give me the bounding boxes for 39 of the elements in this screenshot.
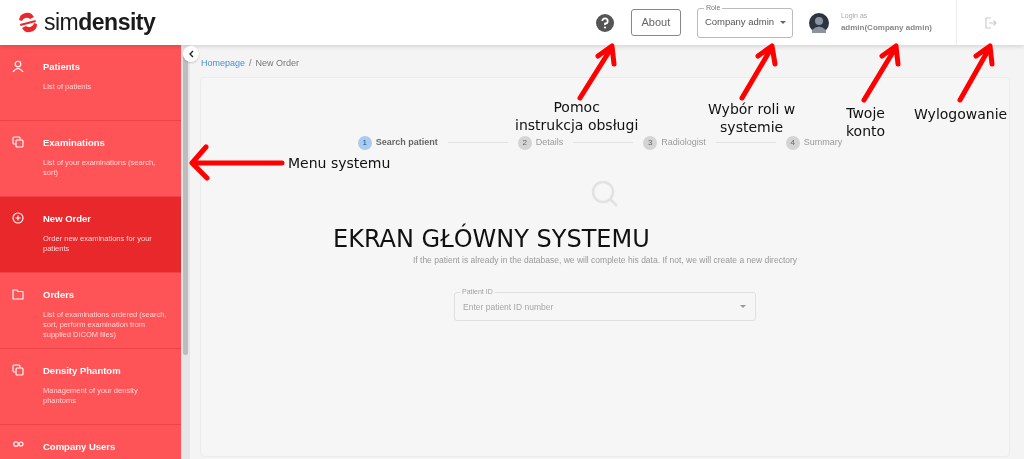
- item-title: Patients: [43, 60, 81, 74]
- stepper-step[interactable]: 3 Radiologist: [643, 135, 706, 150]
- stepper-step[interactable]: 2 Details: [517, 135, 564, 150]
- logo-text: simdensity: [44, 8, 156, 38]
- arrow: [957, 43, 995, 103]
- arrow: [577, 43, 617, 101]
- caret-icon: [740, 305, 746, 309]
- collapse-button[interactable]: [183, 46, 199, 62]
- caret-icon: [779, 21, 786, 24]
- arrow: [861, 43, 901, 103]
- folder-icon: [12, 288, 24, 300]
- breadcrumb-link[interactable]: Homepage: [201, 57, 246, 71]
- copy-icon: [12, 364, 24, 376]
- arrow: [739, 43, 778, 101]
- user-name[interactable]: admin(Company admin): [840, 21, 932, 34]
- breadcrumb-separator: /: [249, 57, 252, 70]
- breadcrumb-current: New Order: [255, 57, 300, 70]
- annotation-text: Menu systemu: [288, 154, 391, 172]
- item-title: Examinations: [43, 136, 106, 150]
- scroll-thumb[interactable]: [183, 55, 188, 355]
- stepper-step[interactable]: 4 Summary: [785, 135, 843, 150]
- annotation-text: Wybór roli w systemie: [708, 100, 796, 136]
- plus-circle-icon: [12, 212, 24, 224]
- annotation-text: Twoje konto: [846, 104, 886, 140]
- annotation-text: Wylogowanie: [914, 105, 1008, 123]
- item-title: Orders: [43, 288, 76, 302]
- copy-icon: [12, 136, 24, 148]
- avatar[interactable]: [808, 12, 829, 33]
- annotation-text: Pomoc instrukcja obsługi: [515, 98, 639, 134]
- item-title: Company Users: [43, 440, 116, 454]
- stepper-step[interactable]: 1 Search patient: [357, 135, 438, 150]
- logo-icon: [16, 10, 40, 35]
- subtitle-text: If the patient is already in the database, we will complete his data. If not, we will create a new directory: [412, 253, 798, 267]
- person-icon: [12, 60, 24, 72]
- item-title: New Order: [43, 212, 93, 226]
- item-title: Density Phantom: [43, 364, 122, 378]
- chevron-icon: [187, 50, 195, 58]
- about-button[interactable]: About: [630, 9, 681, 36]
- help-icon[interactable]: [595, 13, 614, 32]
